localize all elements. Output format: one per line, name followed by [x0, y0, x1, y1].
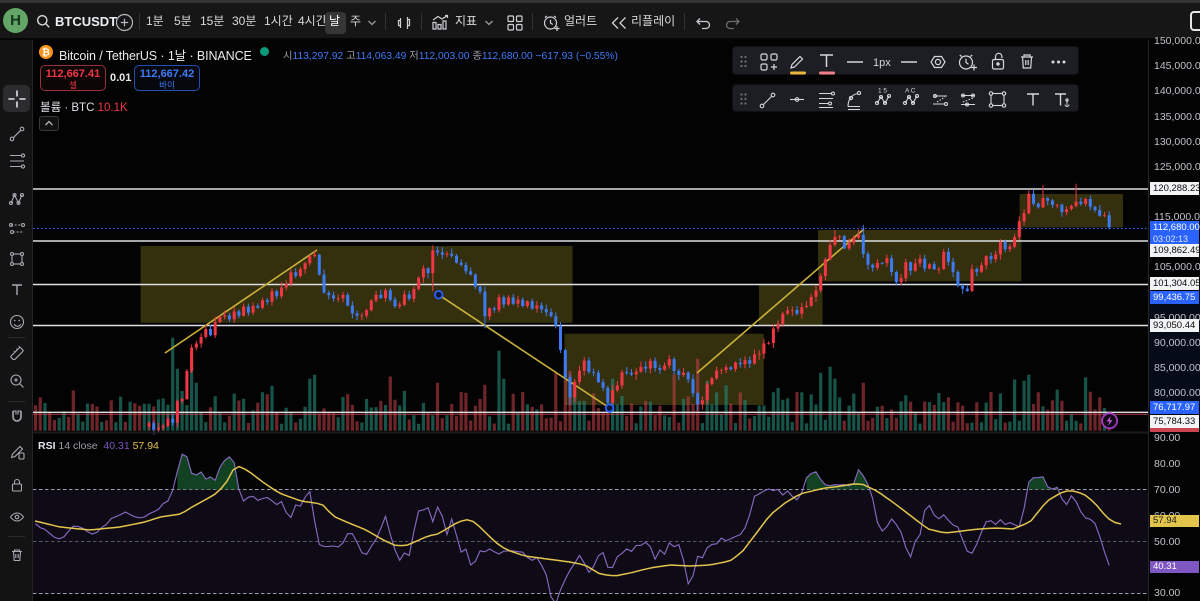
svg-text:₿: ₿ — [42, 47, 50, 59]
svg-text:1 5: 1 5 — [878, 88, 887, 95]
svg-text:1px: 1px — [873, 57, 891, 69]
svg-text:A C: A C — [905, 88, 916, 95]
